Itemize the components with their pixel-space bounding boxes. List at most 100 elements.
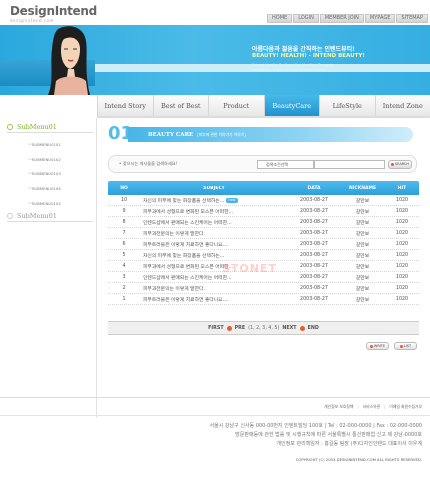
row-hit: 1020 — [385, 297, 419, 302]
table-row[interactable]: 6 피부트러블은 이렇게 치료하면 좋다니요.... 2003-08-27 갈만보 10… — [108, 239, 419, 250]
row-hit: 1020 — [385, 198, 419, 203]
table-row[interactable]: 8 인텐드샵에서 판매되는 스킨케어는 어떠한... 2003-08-27 갈만보 10… — [108, 217, 419, 228]
topnav-mypage[interactable]: MYPAGE — [364, 14, 396, 23]
row-hit: 1020 — [385, 209, 419, 214]
row-nickname-text: 갈만보 — [355, 198, 370, 204]
sidebar-menu-label: SubMenu01 — [17, 212, 57, 220]
logo-subtext: designintend.com — [10, 18, 54, 23]
row-hit-text: 1020 — [395, 241, 409, 247]
main-nav: Intend Story Best of Best Product Beauty… — [97, 95, 430, 118]
sidebar-subitem-3[interactable]: SUBMENU0103 — [28, 171, 92, 176]
row-date: 2003-08-27 — [288, 242, 340, 247]
row-date: 2003-08-27 — [288, 297, 340, 302]
row-nickname: 갈만보 — [340, 241, 385, 248]
row-no-text: 8 — [122, 219, 126, 225]
table-row[interactable]: 5 자신의 피부에 맞는 화장품을 선택하는... 2003-08-27 갈만보 102… — [108, 250, 419, 261]
row-hit: 1020 — [385, 264, 419, 269]
board-table: NO SUBJECT DATA NICKNAME HIT 10 자신의 피부에 맞… — [108, 181, 419, 305]
row-nickname-text: 갈만보 — [355, 242, 370, 248]
table-row[interactable]: 7 피부과전문의는 이렇게 말한다. 2003-08-27 갈만보 1020 — [108, 228, 419, 239]
footer-link-terms[interactable]: 서비스약관 — [357, 404, 380, 410]
row-subject[interactable]: 피부과전문의는 이렇게 말한다. — [140, 285, 288, 292]
table-header: NO SUBJECT DATA NICKNAME HIT — [108, 181, 419, 195]
row-nickname: 갈만보 — [340, 208, 385, 215]
row-date-text: 2003-08-27 — [300, 263, 328, 269]
table-row[interactable]: 1 피부트러블은 이렇게 치료하면 좋다니요.... 2003-08-27 갈만보 10… — [108, 294, 419, 305]
pager-end[interactable]: END — [308, 326, 319, 331]
logo[interactable]: DesignIntend designintend.com — [10, 4, 97, 23]
table-row[interactable]: 9 피부과에서 성형으로 변화된 모스픈 어떠한... 2003-08-27 갈만보 1… — [108, 206, 419, 217]
top-nav: HOME LOGIN MEMBER JOIN MYPAGE SITEMAP — [267, 14, 428, 23]
circle-icon — [7, 124, 13, 130]
row-no: 4 — [108, 264, 140, 269]
mainnav-intend-zone[interactable]: Intend Zone — [374, 95, 430, 116]
row-subject[interactable]: 자신의 피부에 맞는 화장품을 선택하는... — [140, 252, 288, 259]
row-no-text: 5 — [122, 252, 126, 258]
mainnav-intend-story[interactable]: Intend Story — [97, 95, 153, 116]
row-no: 1 — [108, 297, 140, 302]
row-hit-text: 1020 — [395, 230, 409, 236]
write-button[interactable]: WRITE — [366, 342, 389, 350]
row-hit-text: 1020 — [395, 274, 409, 280]
footer-divider — [0, 397, 430, 398]
footer-link-privacy[interactable]: 개인정보 보호정책 — [324, 404, 353, 410]
topnav-sitemap[interactable]: SITEMAP — [396, 14, 428, 23]
sidebar-subitem-5[interactable]: SUBMENU0105 — [28, 201, 92, 206]
row-subject[interactable]: 피부트러블은 이렇게 치료하면 좋다니요.... — [140, 241, 288, 248]
footer-link-email-refusal[interactable]: 이메일 회원수집거부 — [384, 404, 422, 410]
new-badge: new — [226, 197, 238, 203]
row-subject[interactable]: 피부과전문의는 이렇게 말한다. — [140, 230, 288, 237]
topnav-login[interactable]: LOGIN — [293, 14, 319, 23]
row-date-text: 2003-08-27 — [300, 230, 328, 236]
search-input[interactable] — [314, 160, 385, 169]
row-subject[interactable]: 자신의 피부에 맞는 화장품을 선택하는... new — [140, 197, 288, 204]
table-row[interactable]: 10 자신의 피부에 맞는 화장품을 선택하는... new 2003-08-27 갈만… — [108, 195, 419, 206]
mainnav-beautycare[interactable]: BeautyCare — [263, 95, 319, 116]
row-subject-text: 인텐드샵에서 판매되는 스킨케어는 어떠한... — [143, 275, 232, 281]
topnav-home[interactable]: HOME — [267, 14, 293, 23]
sidebar-subitem-4[interactable]: SUBMENU0104 — [28, 186, 92, 191]
footer-copyright: COPYRIGHT (C) 2003 DESIGNINTEND.COM ALL … — [295, 457, 422, 462]
row-no-text: 10 — [120, 197, 128, 203]
row-nickname: 갈만보 — [340, 296, 385, 303]
row-hit-text: 1020 — [395, 219, 409, 225]
row-no: 6 — [108, 242, 140, 247]
footer-divider-2 — [0, 415, 430, 416]
topnav-member-join[interactable]: MEMBER JOIN — [319, 14, 364, 23]
pager-next[interactable]: NEXT — [282, 326, 296, 331]
sidebar-subitem-1[interactable]: SUBMENU0101 — [28, 142, 92, 147]
prev-icon[interactable] — [226, 325, 232, 331]
mainnav-best-of-best[interactable]: Best of Best — [152, 95, 208, 116]
mainnav-lifestyle[interactable]: LifeStyle — [319, 95, 375, 116]
header-data: DATA — [307, 185, 321, 191]
footer-business-info: 방문판매등에 관한 법률 및 시행규칙에 따른 서울특별시 통신판매업 신고 제… — [235, 432, 422, 438]
row-nickname-text: 갈만보 — [355, 253, 370, 259]
sidebar-subitem-2[interactable]: SUBMENU0102 — [28, 157, 92, 162]
row-no-text: 6 — [122, 241, 126, 247]
row-nickname: 갈만보 — [340, 197, 385, 204]
header-subject: SUBJECT — [203, 185, 225, 191]
search-condition-select[interactable]: 검색조건선택 — [257, 160, 314, 169]
search-button[interactable]: SEARCH — [388, 160, 412, 169]
watermark-text: STONET — [222, 262, 278, 275]
table-row[interactable]: 2 피부과전문의는 이렇게 말한다. 2003-08-27 갈만보 1020 — [108, 283, 419, 294]
row-date-text: 2003-08-27 — [300, 208, 328, 214]
row-subject[interactable]: 피부트러블은 이렇게 치료하면 좋다니요.... — [140, 296, 288, 303]
row-subject-text: 피부과에서 성형으로 변화된 모스픈 어떠한... — [143, 264, 234, 270]
next-icon[interactable] — [299, 325, 305, 331]
pager-pre[interactable]: PRE — [235, 326, 246, 331]
mainnav-product[interactable]: Product — [208, 95, 264, 116]
row-date-text: 2003-08-27 — [300, 197, 328, 203]
pager-first[interactable]: FIRST — [208, 326, 223, 331]
sidebar-menu-1[interactable]: SubMenu01 — [7, 122, 93, 133]
sidebar-menu-2[interactable]: SubMenu01 — [7, 211, 93, 222]
row-date-text: 2003-08-27 — [300, 285, 328, 291]
pager-pages[interactable]: (1, 2, 3, 4, 5) — [248, 326, 279, 331]
row-hit: 1020 — [385, 231, 419, 236]
row-subject[interactable]: 피부과에서 성형으로 변화된 모스픈 어떠한... — [140, 208, 288, 215]
row-subject[interactable]: 인텐드샵에서 판매되는 스킨케어는 어떠한... — [140, 219, 288, 226]
row-hit: 1020 — [385, 220, 419, 225]
list-button[interactable]: LIST — [394, 342, 417, 350]
row-no-text: 7 — [122, 230, 126, 236]
logo-text: DesignIntend — [10, 4, 97, 18]
